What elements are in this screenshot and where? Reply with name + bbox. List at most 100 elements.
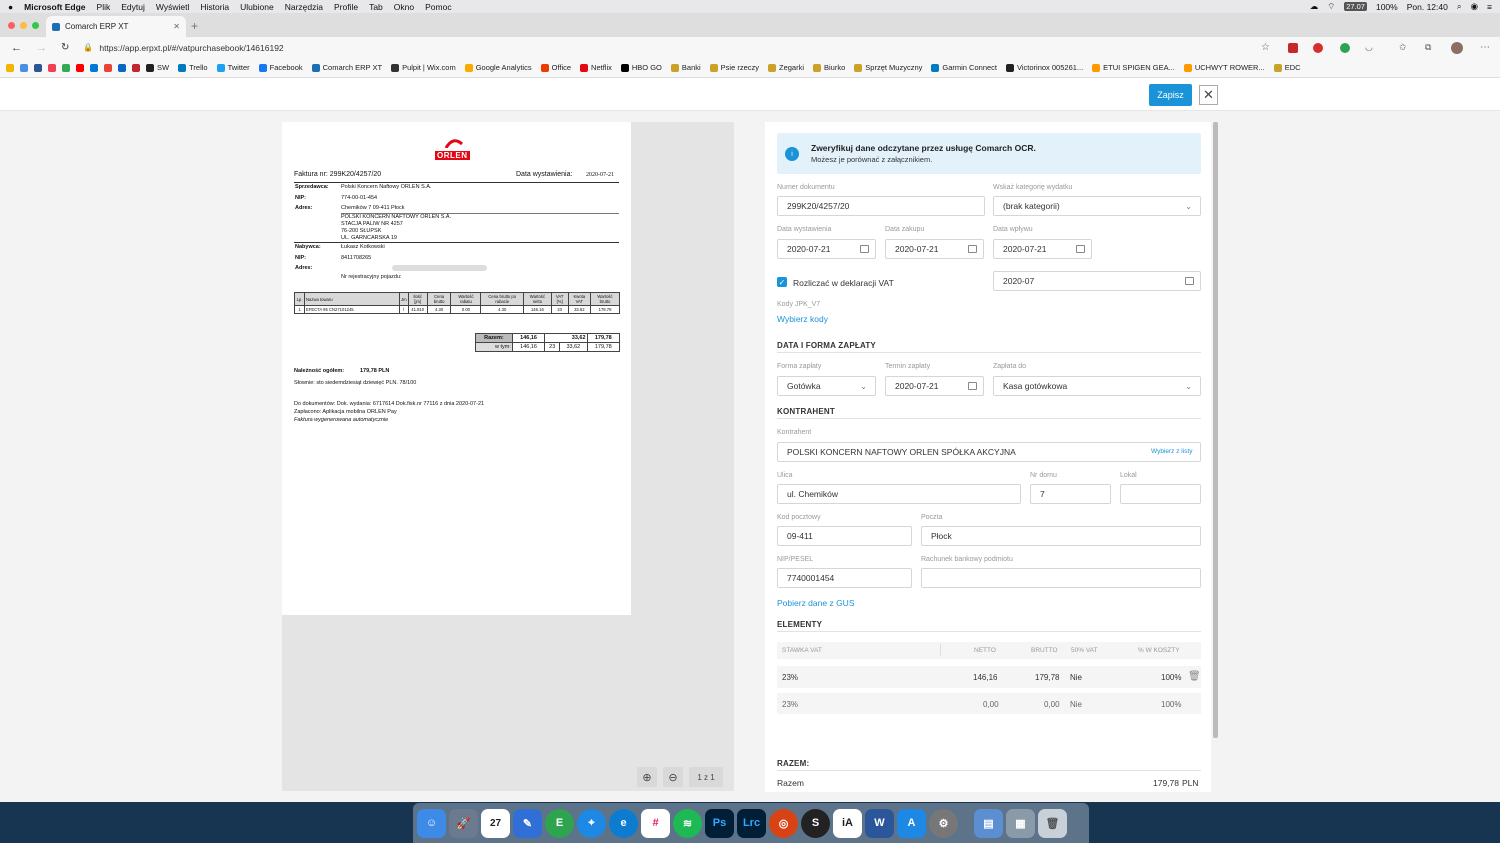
menu-pomoc[interactable]: Pomoc: [425, 2, 451, 12]
table-row[interactable]: 23% 146,16 179,78 Nie 100% 🗑: [777, 666, 1201, 688]
forward-icon[interactable]: →: [36, 42, 47, 54]
star-icon[interactable]: ☆: [1261, 42, 1270, 53]
s-app-icon[interactable]: S: [801, 808, 830, 838]
calendar-app-icon[interactable]: 27: [481, 808, 510, 838]
calendar-icon[interactable]: [1076, 245, 1085, 253]
fav-icon-10[interactable]: [132, 63, 140, 72]
fav-garmin[interactable]: Garmin Connect: [931, 63, 997, 72]
wifi-icon[interactable]: ⌔: [1327, 1, 1335, 12]
calendar-icon[interactable]: [1185, 277, 1194, 285]
adblock-icon[interactable]: [1313, 42, 1323, 53]
date-badge[interactable]: 27.07: [1344, 2, 1367, 11]
battery-percent[interactable]: 100%: [1376, 2, 1398, 12]
street-input[interactable]: ul. Chemików: [777, 484, 1021, 504]
collections-icon[interactable]: ⧉: [1425, 42, 1431, 53]
back-icon[interactable]: ←: [11, 42, 22, 54]
fav-office[interactable]: Office: [540, 63, 571, 72]
post-input[interactable]: Płock: [921, 526, 1201, 546]
new-tab-icon[interactable]: +: [191, 19, 198, 33]
close-tab-icon[interactable]: ✕: [173, 22, 180, 31]
close-icon[interactable]: ✕: [1199, 85, 1218, 105]
calendar-icon[interactable]: [968, 245, 977, 253]
category-select[interactable]: (brak kategorii) ⌄: [993, 196, 1201, 216]
fav-sprzet[interactable]: Sprzęt Muzyczny: [854, 63, 922, 72]
finder-icon[interactable]: ☺: [417, 808, 446, 838]
extension-red-icon[interactable]: [1288, 42, 1298, 53]
cloud-icon[interactable]: ☁: [1310, 1, 1319, 12]
menu-wyswietl[interactable]: Wyświetl: [156, 2, 189, 12]
fav-spigen[interactable]: ETUI SPIGEN GEA...: [1092, 63, 1175, 72]
zip-input[interactable]: 09-411: [777, 526, 912, 546]
slack-icon[interactable]: #: [641, 808, 670, 838]
pocket-icon[interactable]: ◡: [1365, 42, 1373, 53]
avatar[interactable]: [1451, 41, 1463, 54]
flat-input[interactable]: [1120, 484, 1201, 504]
calendar-icon[interactable]: [968, 382, 977, 390]
edge-icon[interactable]: e: [609, 808, 638, 838]
due-date-input[interactable]: 2020-07-21: [885, 376, 984, 396]
fav-biurko[interactable]: Biurko: [813, 63, 845, 72]
fav-twitter[interactable]: Twitter: [216, 63, 250, 72]
spotlight-icon[interactable]: ⌕: [1457, 1, 1462, 12]
siri-icon[interactable]: ◉: [1471, 1, 1478, 12]
trash-icon[interactable]: 🗑: [1188, 671, 1201, 682]
menu-profile[interactable]: Profile: [334, 2, 358, 12]
fav-icon-3[interactable]: [34, 63, 42, 72]
lightroom-icon[interactable]: Lrc: [737, 808, 766, 838]
more-icon[interactable]: ⋯: [1480, 42, 1490, 53]
favorites-icon[interactable]: ✩: [1399, 42, 1407, 53]
table-row[interactable]: 23% 0,00 0,00 Nie 100%: [777, 693, 1201, 714]
doc-number-input[interactable]: 299K20/4257/20: [777, 196, 985, 216]
menu-edytuj[interactable]: Edytuj: [121, 2, 145, 12]
gus-data-link[interactable]: Pobierz dane z GUS: [777, 598, 854, 608]
evernote-icon[interactable]: E: [545, 808, 574, 838]
system-preferences-icon[interactable]: ⚙: [929, 808, 958, 838]
receipt-date-input[interactable]: 2020-07-21: [993, 239, 1092, 259]
fav-facebook[interactable]: Facebook: [258, 63, 303, 72]
menu-okno[interactable]: Okno: [394, 2, 414, 12]
menu-tab[interactable]: Tab: [369, 2, 383, 12]
fav-icon-1[interactable]: [6, 63, 14, 72]
trash-bin-icon[interactable]: 🗑: [1038, 808, 1067, 838]
menu-historia[interactable]: Historia: [200, 2, 229, 12]
payment-form-select[interactable]: Gotówka ⌄: [777, 376, 876, 396]
calendar-icon[interactable]: [860, 245, 869, 253]
fav-hbo[interactable]: HBO GO: [620, 63, 662, 72]
bank-account-input[interactable]: [921, 568, 1201, 588]
fav-psie[interactable]: Psie rzeczy: [709, 63, 759, 72]
fav-banki[interactable]: Banki: [670, 63, 701, 72]
documents-stack-icon[interactable]: ▦: [1006, 808, 1035, 838]
clock[interactable]: Pon. 12:40: [1407, 2, 1448, 12]
fav-netflix[interactable]: Netflix: [580, 63, 612, 72]
vat-period-input[interactable]: 2020-07: [993, 271, 1201, 291]
apple-icon[interactable]: ●: [8, 2, 13, 12]
fav-trello[interactable]: Trello: [178, 63, 208, 72]
gmail-icon[interactable]: [104, 63, 112, 72]
fav-uchwyt[interactable]: UCHWYT ROWER...: [1183, 63, 1265, 72]
issue-date-input[interactable]: 2020-07-21: [777, 239, 876, 259]
url-field[interactable]: https://app.erpxt.pl/#/vatpurchasebook/1…: [99, 43, 283, 53]
nip-input[interactable]: 7740001454: [777, 568, 912, 588]
menu-app[interactable]: Microsoft Edge: [24, 2, 85, 12]
house-number-input[interactable]: 7: [1030, 484, 1111, 504]
purchase-date-input[interactable]: 2020-07-21: [885, 239, 984, 259]
safari-icon[interactable]: ⌖: [577, 808, 606, 838]
minimize-window-icon[interactable]: [20, 22, 27, 29]
outlook-icon[interactable]: [90, 63, 98, 72]
pay-to-select[interactable]: Kasa gotówkowa ⌄: [993, 376, 1201, 396]
fav-icon-2[interactable]: [20, 63, 28, 72]
vat-checkbox[interactable]: ✓: [777, 277, 787, 287]
menu-plik[interactable]: Plik: [97, 2, 111, 12]
menu-narzedzia[interactable]: Narzędzia: [285, 2, 323, 12]
spotify-icon[interactable]: ≋: [673, 808, 702, 838]
evernote-ext-icon[interactable]: [1340, 42, 1350, 53]
close-window-icon[interactable]: [8, 22, 15, 29]
save-button[interactable]: Zapisz: [1149, 84, 1192, 106]
pick-from-list-link[interactable]: Wybierz z listy: [1151, 448, 1192, 455]
choose-codes-link[interactable]: Wybierz kody: [777, 314, 828, 324]
launchpad-icon[interactable]: 🚀: [449, 808, 478, 838]
fav-edc[interactable]: EDC: [1273, 63, 1301, 72]
refresh-icon[interactable]: ↻: [61, 42, 69, 53]
zoom-out-icon[interactable]: ⊖: [663, 767, 683, 787]
onedrive-icon[interactable]: [118, 63, 126, 72]
